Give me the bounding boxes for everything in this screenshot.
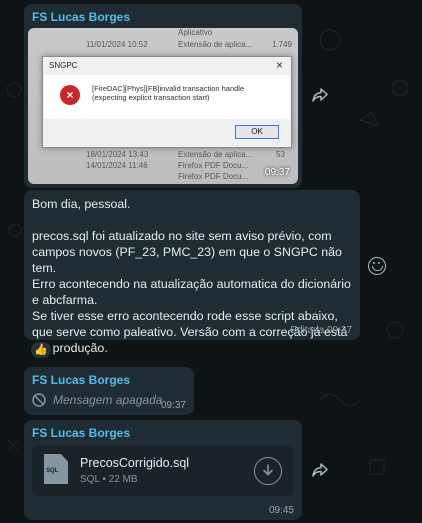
image-message-bubble: FS Lucas Borges Aplicativo 11/01/2024 10… xyxy=(24,4,302,188)
close-icon: × xyxy=(275,58,283,72)
text-message-bubble: Bom dia, pessoal. precos.sql foi atualiz… xyxy=(24,190,360,355)
file-row: 11/01/2024 10:52 Extensão de aplica... 1… xyxy=(86,40,293,49)
message-body: precos.sql foi atualizado no site sem av… xyxy=(32,229,351,355)
deleted-message-bubble: FS Lucas Borges Mensagem apagada 09:37 xyxy=(24,367,194,415)
dialog-title: SNGPC xyxy=(49,61,78,70)
error-dialog: SNGPC × × [FireDAC][Phys][FB]invalid tra… xyxy=(42,56,292,148)
document-message-bubble: FS Lucas Borges SQL PrecosCorrigido.sql … xyxy=(24,420,302,520)
sender-name[interactable]: FS Lucas Borges xyxy=(32,426,294,440)
file-row: Firefox PDF Docu... xyxy=(178,172,249,181)
reaction-badge[interactable]: 👍 xyxy=(30,341,52,359)
message-time: 09:37 xyxy=(160,400,186,411)
file-icon: SQL xyxy=(44,454,68,484)
sender-name[interactable]: FS Lucas Borges xyxy=(32,373,186,387)
error-icon: × xyxy=(60,85,80,105)
deleted-text: Mensagem apagada xyxy=(53,393,163,407)
dialog-ok-button: OK xyxy=(235,125,279,139)
sender-name[interactable]: FS Lucas Borges xyxy=(32,10,294,24)
file-name: PrecosCorrigido.sql xyxy=(80,456,190,470)
message-time: 09:37 xyxy=(264,167,290,178)
forward-icon[interactable] xyxy=(307,457,333,483)
forward-icon[interactable] xyxy=(307,82,333,108)
emoji-icon[interactable] xyxy=(368,257,386,275)
document-card[interactable]: SQL PrecosCorrigido.sql SQL • 22 MB xyxy=(32,446,294,496)
message-time: 09:45 xyxy=(268,505,294,516)
dialog-message: [FireDAC][Phys][FB]invalid transaction h… xyxy=(92,84,245,102)
deleted-icon xyxy=(32,393,46,407)
message-time-edited: Editada 09:37 xyxy=(290,325,352,336)
message-greeting: Bom dia, pessoal. xyxy=(32,197,131,211)
file-meta: SQL • 22 MB xyxy=(80,474,138,485)
file-row: Aplicativo xyxy=(178,28,213,37)
shared-screenshot[interactable]: Aplicativo 11/01/2024 10:52 Extensão de … xyxy=(28,28,298,184)
download-icon[interactable] xyxy=(254,457,282,485)
